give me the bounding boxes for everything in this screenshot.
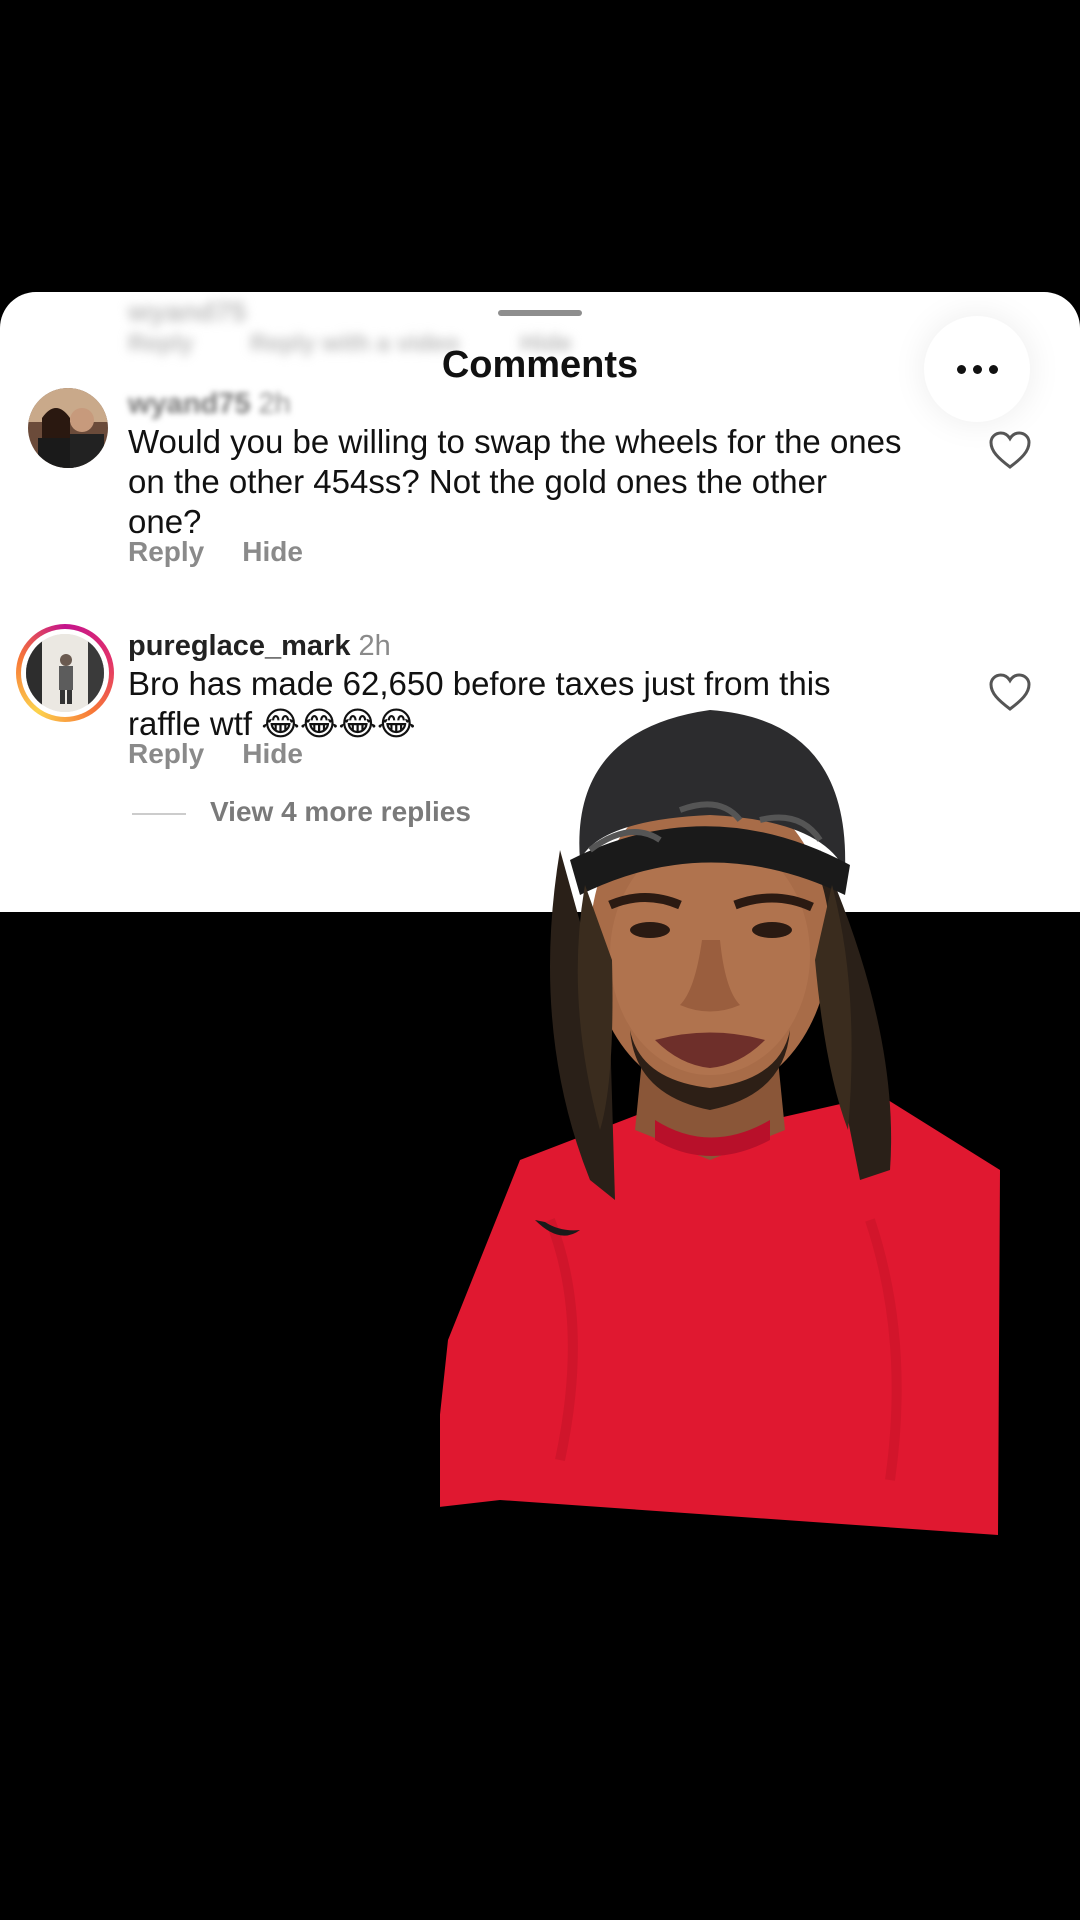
- comment-username[interactable]: wyand75 2h: [128, 388, 291, 421]
- comment-actions: Reply Hide: [128, 536, 341, 568]
- creator-video-overlay: [440, 710, 1000, 1535]
- more-icon[interactable]: [924, 316, 1030, 422]
- comment-text: Would you be willing to swap the wheels …: [128, 423, 902, 540]
- hide-button[interactable]: Hide: [242, 536, 303, 567]
- sheet-grabber[interactable]: [498, 310, 582, 316]
- view-more-replies-button[interactable]: View 4 more replies: [132, 796, 471, 828]
- reply-button[interactable]: Reply: [128, 738, 204, 769]
- avatar: [26, 634, 104, 712]
- avatar-story-ring[interactable]: [16, 624, 114, 722]
- sheet-title: Comments: [441, 344, 639, 386]
- reply-button[interactable]: Reply: [128, 536, 204, 567]
- blurred-prev-username: wyand75: [128, 296, 247, 327]
- comment-username[interactable]: pureglace_mark 2h: [128, 630, 391, 663]
- comment-actions: Reply Hide: [128, 738, 341, 770]
- hide-button[interactable]: Hide: [242, 738, 303, 769]
- video-frame: wyand75 Reply Reply with a video Hide Co…: [0, 0, 1080, 1920]
- avatar[interactable]: [28, 388, 108, 468]
- heart-icon[interactable]: [988, 430, 1032, 470]
